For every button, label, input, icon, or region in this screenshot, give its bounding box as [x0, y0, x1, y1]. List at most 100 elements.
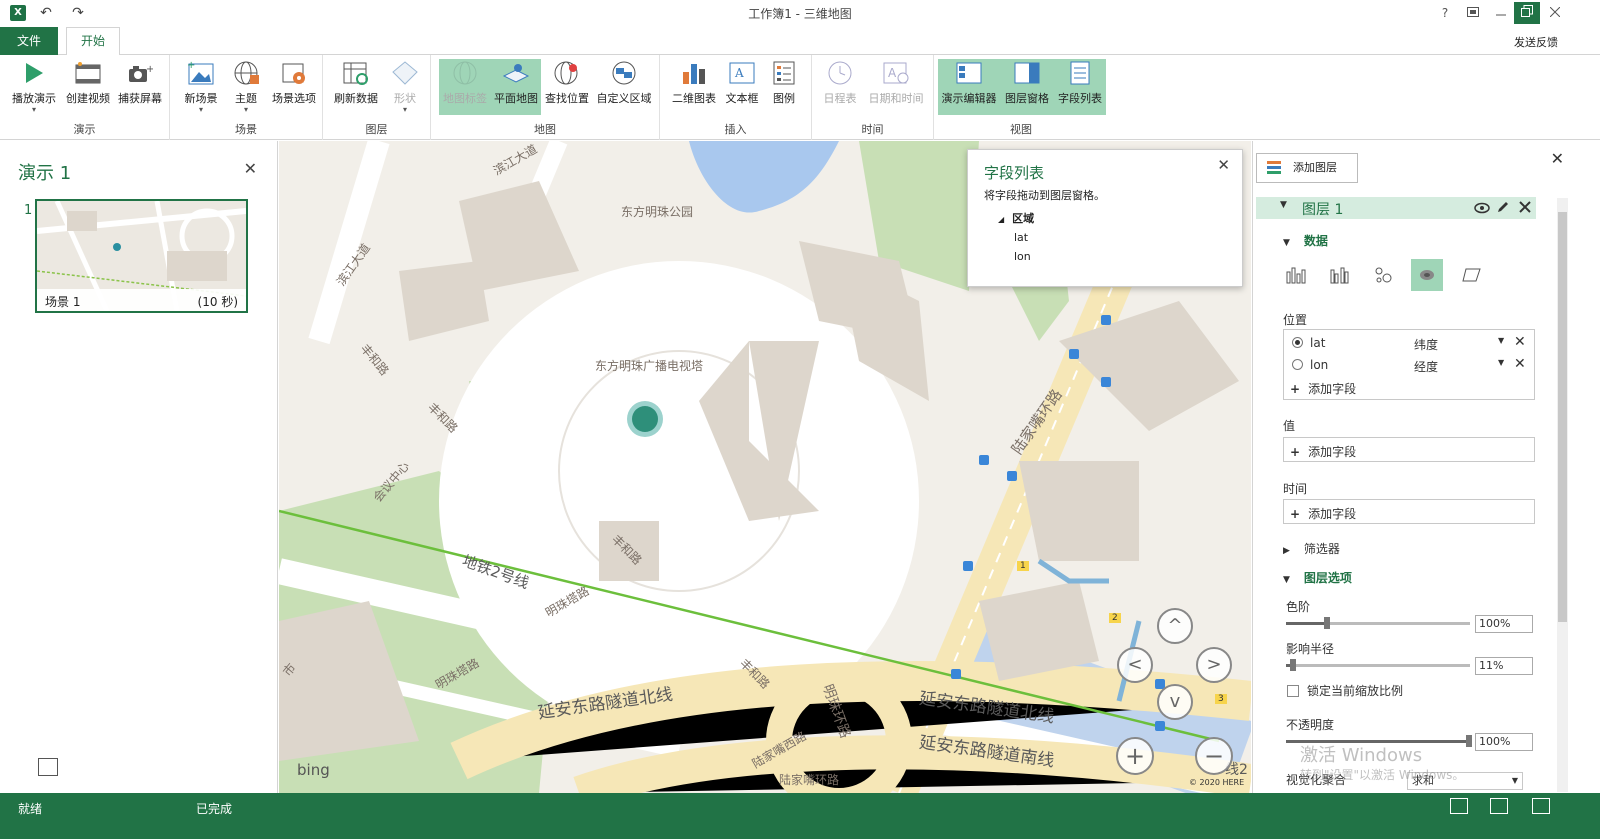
tab-file[interactable]: 文件	[0, 27, 58, 55]
activation-watermark-sub: 转到"设置"以激活 Windows。	[1300, 768, 1465, 782]
scene-thumbnail[interactable]: 场景 1 (10 秒)	[35, 199, 248, 313]
custom-regions-icon	[610, 59, 638, 87]
delete-layer-icon[interactable]	[1518, 200, 1532, 214]
radius-input[interactable]: 11%	[1475, 657, 1533, 675]
radio-lat[interactable]	[1292, 337, 1303, 348]
field-list-icon	[1066, 59, 1094, 87]
tour-editor-button[interactable]: 演示编辑器	[938, 59, 1000, 115]
close-layer-pane-icon[interactable]: ✕	[1551, 149, 1564, 168]
remove-field-icon[interactable]: ✕	[1514, 356, 1526, 372]
create-video-button[interactable]: 创建视频	[62, 59, 114, 115]
legend-button[interactable]: 图例	[764, 59, 804, 115]
map-labels-button[interactable]: 地图标签	[439, 59, 491, 115]
refresh-data-button[interactable]: 刷新数据	[329, 59, 383, 115]
text-box-button[interactable]: A 文本框	[722, 59, 762, 115]
add-time-field[interactable]: + 添加字段	[1283, 499, 1535, 524]
pan-down-button[interactable]: v	[1157, 684, 1193, 720]
radio-lon[interactable]	[1292, 359, 1303, 370]
tab-home[interactable]: 开始	[66, 27, 120, 56]
heat-map-button[interactable]	[1411, 259, 1443, 291]
ribbon: 播放演示 ▾ 创建视频 + 捕获屏幕 演示 + 新场景 ▾ 主题 ▾ 场景选项 场景	[0, 55, 1600, 140]
color-scale-input[interactable]: 100%	[1475, 615, 1533, 633]
field-list-title: 字段列表	[984, 164, 1045, 182]
region-icon[interactable]	[1462, 266, 1482, 284]
svg-text:A: A	[888, 66, 897, 80]
add-layer-button[interactable]: 添加图层	[1256, 153, 1358, 183]
group-insert: 二维图表 A 文本框 图例 插入	[660, 55, 812, 140]
feedback-link[interactable]: 发送反馈	[1514, 34, 1558, 50]
help-icon[interactable]: ?	[1432, 2, 1458, 24]
view-normal-icon[interactable]	[1450, 798, 1468, 814]
add-layer-icon	[1267, 161, 1281, 174]
filters-section-header[interactable]: ▶ 筛选器	[1283, 540, 1340, 557]
collapse-layer-icon[interactable]: ▼	[1280, 200, 1287, 210]
layer-pane-button[interactable]: 图层窗格	[1000, 59, 1054, 115]
minimize-icon[interactable]	[1488, 2, 1514, 24]
pan-right-button[interactable]: >	[1196, 647, 1232, 683]
view-fit-icon[interactable]	[1490, 798, 1508, 814]
flat-map-icon	[502, 59, 530, 87]
themes-button[interactable]: 主题 ▾	[226, 59, 266, 115]
lock-zoom-checkbox[interactable]	[1287, 685, 1299, 697]
lock-zoom-row[interactable]: 锁定当前缩放比例	[1287, 682, 1403, 699]
bubble-icon[interactable]	[1374, 266, 1394, 284]
field-list-button[interactable]: 字段列表	[1054, 59, 1106, 115]
chevron-right-icon: >	[1206, 654, 1222, 675]
close-window-icon[interactable]	[1542, 2, 1568, 24]
minus-icon: −	[1203, 742, 1225, 770]
field-item-lon[interactable]: lon	[1014, 250, 1034, 263]
status-done: 已完成	[196, 802, 233, 816]
custom-regions-button[interactable]: 自定义区域	[593, 59, 655, 115]
radius-slider[interactable]	[1286, 659, 1470, 671]
remove-field-icon[interactable]: ✕	[1514, 334, 1526, 350]
add-scene-icon[interactable]	[38, 758, 58, 776]
layer-pane-scrollbar[interactable]	[1557, 198, 1568, 792]
chevron-left-icon: <	[1127, 654, 1143, 675]
opacity-input[interactable]: 100%	[1475, 733, 1533, 751]
play-tour-button[interactable]: 播放演示 ▾	[8, 59, 60, 115]
layer-options-section-header[interactable]: ▼ 图层选项	[1283, 569, 1352, 586]
eye-icon[interactable]	[1474, 202, 1490, 214]
restore-icon[interactable]	[1514, 2, 1540, 24]
close-tour-pane-icon[interactable]: ✕	[244, 159, 257, 178]
date-time-icon: A	[882, 59, 910, 87]
add-location-field[interactable]: + 添加字段	[1290, 380, 1356, 397]
zoom-in-button[interactable]: +	[1116, 737, 1154, 775]
edit-pencil-icon[interactable]	[1496, 200, 1510, 214]
shapes-icon	[391, 59, 419, 87]
new-scene-button[interactable]: + 新场景 ▾	[178, 59, 224, 115]
scene-options-button[interactable]: 场景选项	[266, 59, 322, 115]
chevron-down-icon: ▼	[1511, 776, 1518, 785]
layer-pane: ✕ 添加图层 ▼ 图层 1 ▼ 数据 位置 lat 纬度 ▼ ✕ lon 经度 ▼…	[1252, 141, 1600, 793]
field-item-lat[interactable]: lat	[1014, 231, 1034, 244]
scene-name: 场景 1	[45, 295, 81, 309]
stacked-column-icon[interactable]	[1286, 266, 1306, 284]
title-bar: X ↶ ↷ 工作簿1 - 三维地图 ?	[0, 0, 1600, 26]
chevron-up-icon: ^	[1167, 615, 1183, 636]
clock-icon	[826, 59, 854, 87]
data-section-header[interactable]: ▼ 数据	[1283, 232, 1328, 249]
close-field-list-icon[interactable]: ✕	[1217, 156, 1230, 174]
opacity-label: 不透明度	[1286, 718, 1335, 732]
zoom-out-button[interactable]: −	[1195, 737, 1233, 775]
color-scale-slider[interactable]	[1286, 617, 1470, 629]
group-label-time: 时间	[861, 123, 884, 136]
flat-map-button[interactable]: 平面地图	[491, 59, 541, 115]
timeline-button[interactable]: 日程表	[818, 59, 862, 115]
map-badge-3: 3	[1215, 694, 1227, 704]
add-value-field[interactable]: + 添加字段	[1283, 437, 1535, 462]
shapes-button[interactable]: 形状 ▾	[385, 59, 425, 115]
layer-row[interactable]: ▼ 图层 1	[1256, 197, 1536, 219]
plus-icon: +	[1290, 382, 1301, 396]
map-label-lujiazui-ring-2: 陆家嘴环路	[779, 773, 840, 787]
find-location-button[interactable]: 查找位置	[541, 59, 593, 115]
pan-left-button[interactable]: <	[1117, 647, 1153, 683]
field-tree-root[interactable]: ◢ 区域	[998, 210, 1034, 226]
chart-2d-button[interactable]: 二维图表	[666, 59, 722, 115]
date-time-button[interactable]: A 日期和时间	[862, 59, 930, 115]
capture-screen-button[interactable]: + 捕获屏幕	[114, 59, 166, 115]
fullscreen-icon[interactable]	[1460, 2, 1486, 24]
view-fullscreen-icon[interactable]	[1532, 798, 1550, 814]
clustered-column-icon[interactable]	[1330, 266, 1350, 284]
pan-up-button[interactable]: ^	[1157, 608, 1193, 644]
